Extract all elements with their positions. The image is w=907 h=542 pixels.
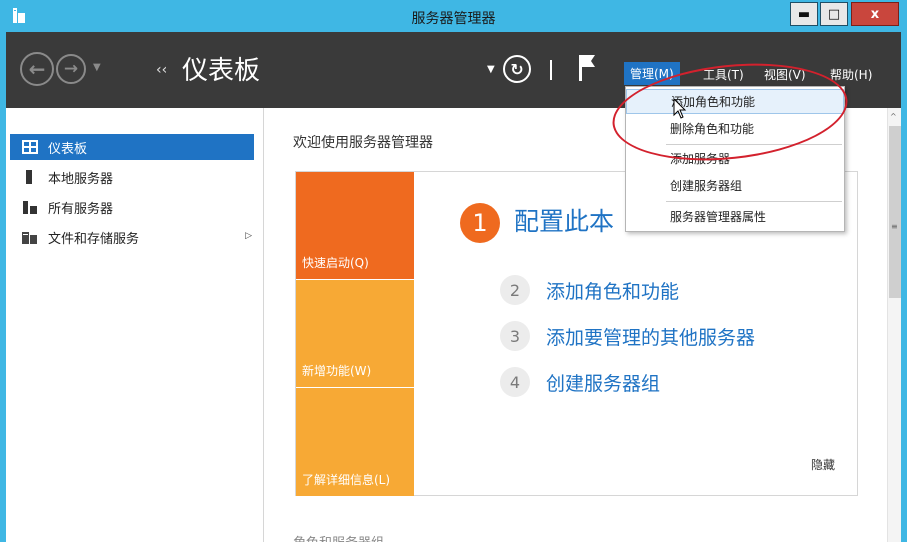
- sidebar-item-label: 本地服务器: [48, 171, 114, 187]
- menu-manage[interactable]: 管理(M): [624, 62, 680, 85]
- back-arrow-icon: ←: [28, 57, 46, 81]
- vertical-scrollbar[interactable]: ^ ≡: [887, 108, 901, 542]
- sidebar-item-dashboard[interactable]: 仪表板: [10, 134, 254, 160]
- scroll-up-icon[interactable]: ^: [890, 112, 897, 121]
- hide-link[interactable]: 隐藏: [811, 456, 835, 473]
- scroll-thumb[interactable]: ≡: [889, 126, 901, 298]
- sidebar-item-all-servers[interactable]: 所有服务器: [10, 194, 254, 220]
- servers-icon: [23, 201, 37, 214]
- expand-arrow-icon[interactable]: ▷: [245, 231, 252, 241]
- tile-label: 了解详细信息(L): [302, 473, 391, 487]
- server-icon: [26, 170, 32, 184]
- menu-item-properties[interactable]: 服务器管理器属性: [626, 204, 844, 229]
- close-button[interactable]: x: [851, 2, 899, 26]
- welcome-heading: 欢迎使用服务器管理器: [293, 135, 433, 151]
- title-bar: 服务器管理器 ▬ □ x: [6, 0, 901, 32]
- page-title: 仪表板: [182, 56, 261, 86]
- back-button[interactable]: ←: [20, 52, 54, 86]
- notifications-flag-icon[interactable]: [578, 54, 596, 82]
- refresh-icon: ↻: [510, 59, 524, 79]
- step-number: 2: [500, 275, 530, 305]
- tile-label: 新增功能(W): [302, 364, 372, 378]
- step-add-roles-link[interactable]: 添加角色和功能: [546, 277, 679, 304]
- menu-separator: [666, 201, 842, 202]
- history-dropdown-icon[interactable]: ▼: [93, 62, 101, 73]
- forward-arrow-icon: →: [63, 59, 79, 79]
- step-number: 3: [500, 321, 530, 351]
- server-manager-window: 服务器管理器 ▬ □ x ← → ▼ ‹‹ 仪表板 ▼ ↻ 管理(M) 工具(T…: [0, 0, 907, 542]
- storage-icon: [22, 232, 37, 244]
- grip-icon: ≡: [891, 222, 898, 231]
- refresh-dropdown-icon[interactable]: ▼: [487, 64, 495, 75]
- sidebar-item-local-server[interactable]: 本地服务器: [10, 164, 254, 190]
- tile-learn-more[interactable]: 了解详细信息(L): [296, 388, 414, 496]
- sidebar-item-file-storage[interactable]: 文件和存储服务 ▷: [10, 224, 254, 250]
- sidebar: 仪表板 本地服务器 所有服务器 文件和存储服务 ▷: [6, 108, 264, 542]
- maximize-button[interactable]: □: [820, 2, 848, 26]
- step-configure-link[interactable]: 配置此本: [514, 202, 614, 238]
- menu-tools[interactable]: 工具(T): [703, 66, 744, 83]
- breadcrumb-arrows: ‹‹: [156, 62, 168, 78]
- section-heading: 角色和服务器组: [293, 532, 384, 542]
- step-number: 4: [500, 367, 530, 397]
- dashboard-icon: [22, 140, 38, 154]
- forward-button[interactable]: →: [56, 54, 86, 84]
- sidebar-item-label: 仪表板: [48, 141, 88, 157]
- step-create-group-link[interactable]: 创建服务器组: [546, 369, 660, 396]
- tile-quick-start[interactable]: 快速启动(Q): [296, 172, 414, 279]
- tile-label: 快速启动(Q): [302, 256, 369, 270]
- menu-separator: [666, 144, 842, 145]
- menu-item-remove-roles[interactable]: 删除角色和功能: [626, 116, 844, 141]
- refresh-button[interactable]: ↻: [503, 55, 531, 83]
- step-number: 1: [460, 203, 500, 243]
- sidebar-item-label: 文件和存储服务: [48, 231, 140, 247]
- tile-whats-new[interactable]: 新增功能(W): [296, 280, 414, 387]
- menu-item-create-group[interactable]: 创建服务器组: [626, 173, 844, 198]
- minimize-button[interactable]: ▬: [790, 2, 818, 26]
- menu-item-add-roles[interactable]: 添加角色和功能: [626, 89, 844, 114]
- menu-item-add-servers[interactable]: 添加服务器: [626, 146, 844, 171]
- menu-help[interactable]: 帮助(H): [830, 66, 872, 83]
- header-separator: [550, 60, 552, 80]
- sidebar-item-label: 所有服务器: [48, 201, 114, 217]
- manage-dropdown-menu: 添加角色和功能 删除角色和功能 添加服务器 创建服务器组 服务器管理器属性: [625, 86, 845, 232]
- step-add-servers-link[interactable]: 添加要管理的其他服务器: [546, 323, 755, 350]
- mouse-cursor-icon: [673, 98, 687, 119]
- window-title: 服务器管理器: [411, 11, 496, 27]
- menu-view[interactable]: 视图(V): [764, 66, 806, 83]
